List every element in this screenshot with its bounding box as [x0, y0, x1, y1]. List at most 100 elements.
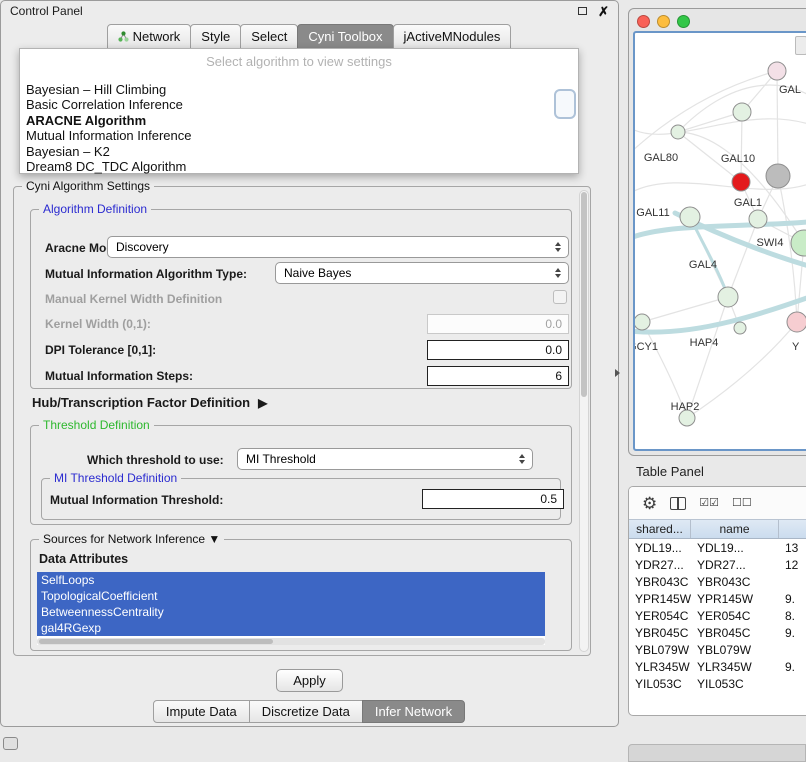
- node-gray[interactable]: [766, 164, 790, 188]
- zoom-traffic-light[interactable]: [677, 15, 690, 28]
- checked-boxes-icon[interactable]: ☑☑: [699, 498, 719, 509]
- cell: YLR345W: [691, 658, 779, 675]
- node-small[interactable]: [734, 322, 746, 334]
- apply-button[interactable]: Apply: [276, 669, 343, 692]
- column-header-extra[interactable]: [779, 520, 806, 538]
- table-row[interactable]: YDL19... YDL19... 13: [629, 539, 806, 556]
- tab-infer-network-label: Infer Network: [375, 704, 452, 719]
- attribute-item[interactable]: BetweennessCentrality: [37, 604, 545, 620]
- table-row[interactable]: YER054C YER054C 8.: [629, 607, 806, 624]
- tab-select[interactable]: Select: [240, 24, 298, 49]
- table-row[interactable]: YLR345W YLR345W 9.: [629, 658, 806, 675]
- table-toolbar: ⚙ ☑☑ ☐☐: [629, 487, 806, 519]
- dpi-tolerance-label: DPI Tolerance [0,1]:: [45, 343, 156, 357]
- node-gal4[interactable]: [718, 287, 738, 307]
- which-threshold-combobox[interactable]: MI Threshold: [237, 448, 533, 470]
- cell: YIL053C: [629, 675, 691, 692]
- tab-style[interactable]: Style: [190, 24, 241, 49]
- mi-threshold-value: 0.5: [540, 492, 557, 506]
- table-panel-window: ⚙ ☑☑ ☐☐ shared... name YDL19... YDL19...…: [628, 486, 806, 716]
- node-swi4[interactable]: [791, 230, 806, 256]
- desktop: Control Panel ✗ Network Style: [0, 0, 806, 762]
- label-gcy1: GCY1: [635, 341, 658, 353]
- cell: YBR043C: [629, 573, 691, 590]
- attribute-item[interactable]: TopologicalCoefficient: [37, 588, 545, 604]
- settings-scrollbar-thumb[interactable]: [581, 192, 587, 397]
- algorithm-combobox-arrow[interactable]: [554, 89, 576, 119]
- kernel-width-input[interactable]: 0.0: [427, 314, 569, 334]
- attributes-hscrollbar-thumb[interactable]: [39, 639, 273, 644]
- window-controls: [637, 15, 690, 28]
- columns-icon[interactable]: [670, 497, 686, 510]
- table-row[interactable]: YBR045C YBR045C 9.: [629, 624, 806, 641]
- table-row[interactable]: YBL079W YBL079W: [629, 641, 806, 658]
- cell: YER054C: [629, 607, 691, 624]
- hub-transcription-section-toggle[interactable]: Hub/Transcription Factor Definition ▶: [32, 395, 267, 410]
- label-swi4: SWI4: [757, 237, 784, 249]
- node-salmon[interactable]: [787, 312, 806, 332]
- canvas-scrollbar[interactable]: [795, 36, 806, 55]
- mi-threshold-input[interactable]: 0.5: [422, 489, 564, 509]
- chevron-down-icon[interactable]: ▼: [208, 532, 220, 546]
- tab-jactivemodules-label: jActiveMNodules: [404, 29, 501, 44]
- algorithm-option[interactable]: Mutual Information Inference: [20, 128, 578, 143]
- hub-transcription-label: Hub/Transcription Factor Definition: [32, 395, 250, 410]
- node-pink-top[interactable]: [768, 62, 786, 80]
- node-gcy1[interactable]: [635, 314, 650, 330]
- algorithm-option[interactable]: Bayesian – Hill Climbing: [20, 82, 578, 97]
- cell: [779, 573, 806, 590]
- cell: YPR145W: [691, 590, 779, 607]
- gear-icon[interactable]: ⚙: [642, 495, 657, 512]
- cell: YBL079W: [691, 641, 779, 658]
- tab-impute-data-label: Impute Data: [166, 704, 237, 719]
- label-gal11: GAL11: [636, 207, 669, 219]
- algorithm-option[interactable]: Bayesian – K2: [20, 144, 578, 159]
- algorithm-option[interactable]: Dream8 DC_TDC Algorithm: [20, 159, 578, 174]
- cell: YPR145W: [629, 590, 691, 607]
- tab-discretize-data[interactable]: Discretize Data: [249, 700, 363, 723]
- table-row[interactable]: YIL053C YIL053C: [629, 675, 806, 692]
- tab-infer-network[interactable]: Infer Network: [362, 700, 465, 723]
- attributes-hscrollbar[interactable]: [37, 638, 545, 645]
- tab-network[interactable]: Network: [107, 24, 192, 49]
- label-gal1: GAL1: [734, 197, 762, 209]
- attribute-item[interactable]: gal4RGexp: [37, 620, 545, 636]
- close-traffic-light[interactable]: [637, 15, 650, 28]
- minimize-traffic-light[interactable]: [657, 15, 670, 28]
- float-window-icon[interactable]: [578, 7, 587, 15]
- mi-algorithm-type-combobox[interactable]: Naive Bayes: [275, 262, 569, 284]
- node-gal1[interactable]: [749, 210, 767, 228]
- which-threshold-value: MI Threshold: [246, 452, 316, 466]
- status-strip: [628, 744, 806, 762]
- cyni-algorithm-settings-group: Cyni Algorithm Settings Algorithm Defini…: [13, 186, 591, 656]
- close-icon[interactable]: ✗: [598, 5, 609, 18]
- algorithm-option[interactable]: Basic Correlation Inference: [20, 97, 578, 112]
- algorithm-dropdown-popup: Select algorithm to view settings Bayesi…: [19, 48, 579, 174]
- tab-jactivemodules[interactable]: jActiveMNodules: [393, 24, 512, 49]
- settings-scrollbar[interactable]: [579, 190, 589, 652]
- column-header-shared[interactable]: shared...: [629, 520, 691, 538]
- unchecked-boxes-icon[interactable]: ☐☐: [732, 498, 752, 509]
- table-row[interactable]: YDR27... YDR27... 12: [629, 556, 806, 573]
- node-gal11[interactable]: [680, 207, 700, 227]
- minimized-panel-icon[interactable]: [3, 737, 18, 750]
- label-gal80: GAL80: [644, 152, 678, 164]
- tab-cyni-toolbox[interactable]: Cyni Toolbox: [297, 24, 393, 49]
- node-green-a[interactable]: [733, 103, 751, 121]
- algorithm-option-selected[interactable]: ARACNE Algorithm: [20, 113, 578, 128]
- attribute-item[interactable]: SelfLoops: [37, 572, 545, 588]
- aracne-mode-combobox[interactable]: Discovery: [107, 236, 569, 258]
- node-green-b[interactable]: [671, 125, 685, 139]
- tab-impute-data[interactable]: Impute Data: [153, 700, 250, 723]
- dpi-tolerance-input[interactable]: 0.0: [427, 340, 569, 360]
- manual-kernel-width-checkbox[interactable]: [553, 290, 567, 304]
- mi-steps-input[interactable]: 6: [427, 366, 569, 386]
- table-row[interactable]: YBR043C YBR043C: [629, 573, 806, 590]
- cell: YDL19...: [629, 539, 691, 556]
- network-canvas[interactable]: GAL GAL80 GAL10 GAL11 GAL1 SWI4 GAL4 GCY…: [633, 31, 806, 451]
- table-row[interactable]: YPR145W YPR145W 9.: [629, 590, 806, 607]
- panel-splitter-arrow[interactable]: [615, 369, 620, 377]
- mi-threshold-definition-group: MI Threshold Definition Mutual Informati…: [41, 478, 561, 520]
- node-red-gal10[interactable]: [732, 173, 750, 191]
- column-header-name[interactable]: name: [691, 520, 779, 538]
